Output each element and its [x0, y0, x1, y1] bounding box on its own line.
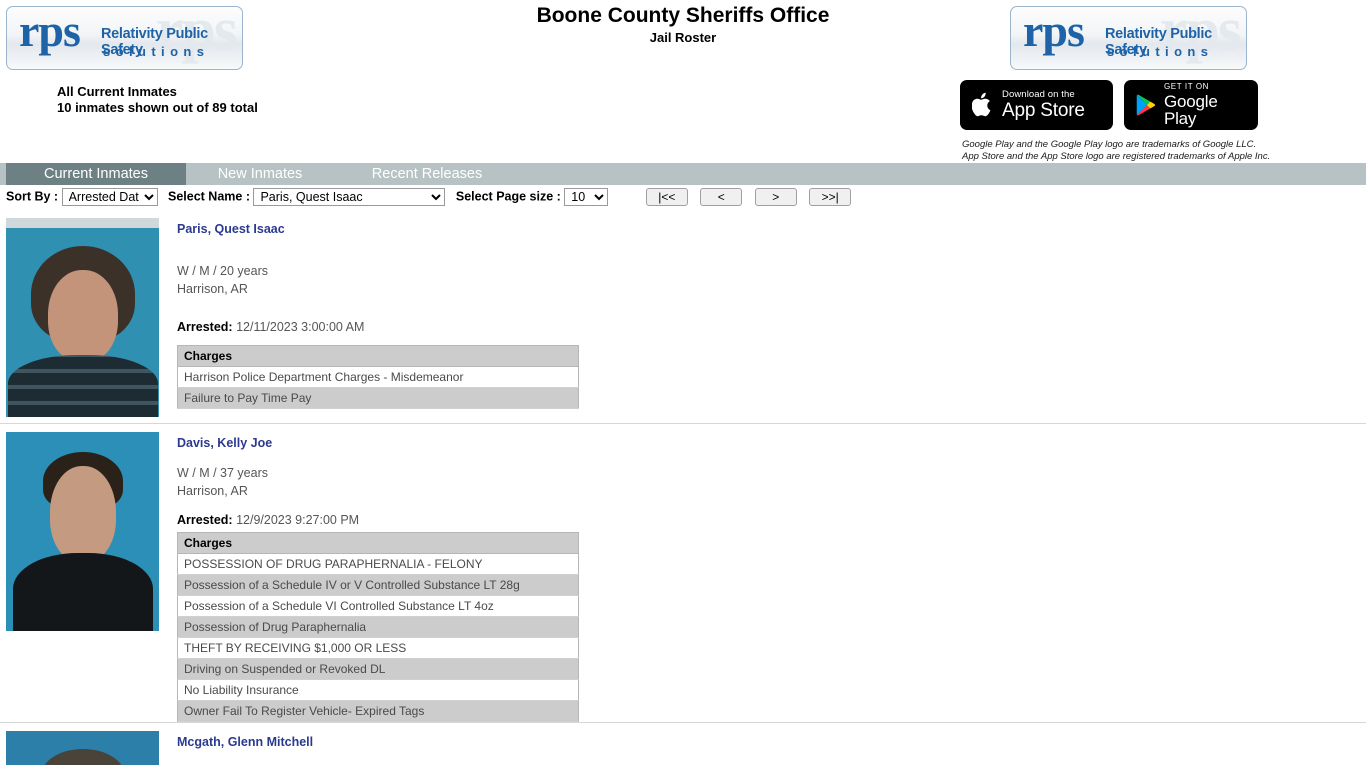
- charges-header-row: Charges: [177, 532, 579, 554]
- inmate-mugshot[interactable]: [6, 731, 159, 765]
- charge-text: Possession of a Schedule IV or V Control…: [177, 574, 579, 596]
- charge-row: Harrison Police Department Charges - Mis…: [177, 366, 579, 388]
- pagination-last-button[interactable]: >>|: [809, 188, 852, 206]
- charge-text: POSSESSION OF DRUG PARAPHERNALIA - FELON…: [177, 553, 579, 575]
- arrested-label: Arrested:: [177, 320, 233, 334]
- google-play-badge-text: GET IT ON Google Play: [1163, 82, 1246, 128]
- trademark-line-google: Google Play and the Google Play logo are…: [962, 139, 1257, 150]
- trademark-line-apple: App Store and the App Store logo are reg…: [962, 150, 1271, 162]
- roster-controls: Sort By : Arrested Date Select Name : Pa…: [0, 185, 1366, 210]
- inmate-details: Davis, Kelly Joe W / M / 37 years Harris…: [159, 430, 1366, 722]
- rps-logo-mark: rps: [1023, 6, 1085, 56]
- inmate-roster: Paris, Quest Isaac W / M / 20 years Harr…: [0, 210, 1366, 768]
- inmate-demographics: W / M / 20 years Harrison, AR: [177, 262, 1366, 298]
- charge-row: No Liability Insurance: [177, 679, 579, 701]
- inmate-name-link[interactable]: Paris, Quest Isaac: [177, 222, 285, 237]
- app-store-badges: Download on the App Store GET IT ON Goog…: [960, 80, 1258, 130]
- app-store-badge[interactable]: Download on the App Store: [960, 80, 1113, 130]
- tab-recent-releases[interactable]: Recent Releases: [341, 163, 513, 185]
- inmate-name-link[interactable]: Mcgath, Glenn Mitchell: [177, 735, 313, 750]
- rps-logo-left: rps rps Relativity Public Safety solutio…: [6, 6, 243, 70]
- arrested-label: Arrested:: [177, 513, 233, 527]
- charge-text: Owner Fail To Register Vehicle- Expired …: [177, 700, 579, 722]
- charges-table: Charges POSSESSION OF DRUG PARAPHERNALIA…: [177, 532, 579, 722]
- inmate-arrested: Arrested: 12/9/2023 9:27:00 PM: [177, 512, 1366, 528]
- trademark-notice: Google Play and the Google Play logo are…: [962, 139, 1270, 162]
- pagination-prev-button[interactable]: <: [700, 188, 743, 206]
- mugshot-backdrop-strip: [6, 218, 159, 228]
- page-header: rps rps Relativity Public Safety solutio…: [0, 0, 1366, 163]
- inmate-name-link[interactable]: Davis, Kelly Joe: [177, 436, 272, 451]
- sort-by-label: Sort By :: [6, 189, 59, 204]
- charges-header-row: Charges: [177, 345, 579, 367]
- google-play-badge-big: Google Play: [1163, 92, 1218, 128]
- charge-row: Failure to Pay Time Pay: [177, 387, 579, 409]
- charge-row: POSSESSION OF DRUG PARAPHERNALIA - FELON…: [177, 553, 579, 575]
- app-store-badge-big: App Store: [1002, 100, 1085, 122]
- mugshot-face: [47, 270, 118, 362]
- inmate-details: Mcgath, Glenn Mitchell: [159, 729, 1366, 768]
- inmate-record: Davis, Kelly Joe W / M / 37 years Harris…: [0, 423, 1366, 722]
- inmate-demographics: W / M / 37 years Harrison, AR: [177, 464, 1366, 500]
- roster-summary: All Current Inmates 10 inmates shown out…: [57, 84, 258, 116]
- inmate-mugshot[interactable]: [6, 432, 159, 631]
- tab-new-inmates[interactable]: New Inmates: [186, 163, 334, 185]
- google-play-badge[interactable]: GET IT ON Google Play: [1124, 80, 1258, 130]
- charge-row: Possession of a Schedule VI Controlled S…: [177, 595, 579, 617]
- app-store-badge-small: Download on the: [1002, 88, 1075, 100]
- inmate-race-sex-age: W / M / 37 years: [177, 466, 268, 480]
- inmate-details: Paris, Quest Isaac W / M / 20 years Harr…: [159, 216, 1366, 423]
- arrested-datetime: 12/11/2023 3:00:00 AM: [236, 320, 365, 334]
- inmate-arrested: Arrested: 12/11/2023 3:00:00 AM: [177, 319, 1366, 335]
- page-size-label: Select Page size :: [455, 189, 561, 204]
- sort-by-select[interactable]: Arrested Date: [61, 188, 158, 206]
- charge-text: No Liability Insurance: [177, 679, 579, 701]
- apple-icon: [972, 92, 991, 117]
- select-name-label: Select Name :: [168, 189, 250, 204]
- inmate-location: Harrison, AR: [177, 282, 248, 296]
- rps-logo-mark: rps: [19, 6, 81, 56]
- page-size-select[interactable]: 10: [564, 188, 609, 206]
- mugshot-face: [49, 466, 116, 562]
- tab-current-inmates[interactable]: Current Inmates: [6, 163, 186, 185]
- charge-row: Possession of Drug Paraphernalia: [177, 616, 579, 638]
- rps-logo-right: rps rps Relativity Public Safety solutio…: [1010, 6, 1247, 70]
- pagination-first-button[interactable]: |<<: [645, 188, 688, 206]
- charge-text: Possession of a Schedule VI Controlled S…: [177, 595, 579, 617]
- inmate-record: Mcgath, Glenn Mitchell: [0, 722, 1366, 768]
- roster-summary-line2: 10 inmates shown out of 89 total: [57, 100, 258, 115]
- mugshot-torso: [12, 553, 153, 631]
- charges-header-cell: Charges: [177, 532, 579, 554]
- pagination-next-button[interactable]: >: [754, 188, 797, 206]
- google-play-icon: [1136, 94, 1156, 116]
- charges-header-cell: Charges: [177, 345, 579, 367]
- tab-bar: Current Inmates New Inmates Recent Relea…: [0, 163, 1366, 185]
- rps-logo-tagline-secondary: solutions: [1107, 44, 1214, 59]
- inmate-location: Harrison, AR: [177, 484, 248, 498]
- google-play-badge-small: GET IT ON: [1163, 82, 1210, 91]
- rps-logo-tagline-secondary: solutions: [103, 44, 210, 59]
- app-store-badge-text: Download on the App Store: [1002, 90, 1085, 121]
- inmate-race-sex-age: W / M / 20 years: [177, 264, 268, 278]
- charge-text: Failure to Pay Time Pay: [177, 387, 579, 409]
- select-name-dropdown[interactable]: Paris, Quest Isaac: [253, 188, 446, 206]
- charge-row: Possession of a Schedule IV or V Control…: [177, 574, 579, 596]
- charge-row: Driving on Suspended or Revoked DL: [177, 658, 579, 680]
- charge-text: THEFT BY RECEIVING $1,000 OR LESS: [177, 637, 579, 659]
- charge-text: Possession of Drug Paraphernalia: [177, 616, 579, 638]
- roster-summary-line1: All Current Inmates: [57, 84, 177, 99]
- inmate-mugshot[interactable]: [6, 218, 159, 417]
- charge-text: Harrison Police Department Charges - Mis…: [177, 366, 579, 388]
- inmate-record: Paris, Quest Isaac W / M / 20 years Harr…: [0, 210, 1366, 423]
- charge-row: Owner Fail To Register Vehicle- Expired …: [177, 700, 579, 722]
- mugshot-hair: [41, 749, 124, 765]
- charge-text: Driving on Suspended or Revoked DL: [177, 658, 579, 680]
- charge-row: THEFT BY RECEIVING $1,000 OR LESS: [177, 637, 579, 659]
- mugshot-torso: [7, 355, 158, 417]
- charges-table: Charges Harrison Police Department Charg…: [177, 345, 579, 409]
- arrested-datetime: 12/9/2023 9:27:00 PM: [236, 513, 360, 527]
